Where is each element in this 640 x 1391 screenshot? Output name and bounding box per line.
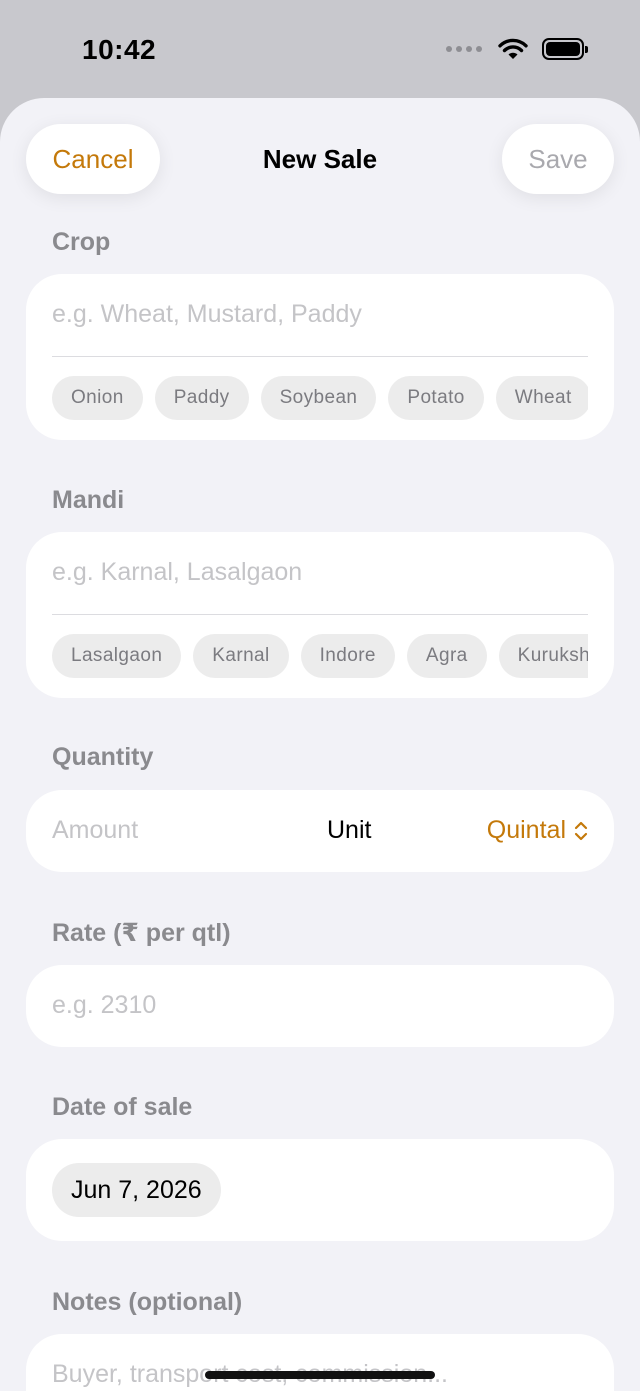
crop-suggestions: Onion Paddy Soybean Potato Wheat xyxy=(52,376,588,420)
mandi-chip-karnal[interactable]: Karnal xyxy=(193,634,289,678)
crop-input[interactable]: e.g. Wheat, Mustard, Paddy xyxy=(52,300,362,329)
mandi-chip-indore[interactable]: Indore xyxy=(300,634,395,678)
home-indicator xyxy=(205,1371,435,1379)
mandi-chip-kurukshetra[interactable]: Kurukshetra xyxy=(498,634,588,678)
mandi-chip-agra[interactable]: Agra xyxy=(406,634,487,678)
mandi-chip-lasalgaon[interactable]: Lasalgaon xyxy=(52,634,182,678)
crop-divider xyxy=(52,356,588,357)
mandi-input[interactable]: e.g. Karnal, Lasalgaon xyxy=(52,558,302,587)
amount-input[interactable]: Amount xyxy=(52,816,138,845)
rate-input[interactable]: e.g. 2310 xyxy=(52,991,156,1020)
unit-picker-value: Quintal xyxy=(486,816,566,844)
new-sale-sheet: Cancel New Sale Save Crop e.g. Wheat, Mu… xyxy=(0,98,640,1391)
mandi-label: Mandi xyxy=(52,486,125,514)
rate-label: Rate (₹ per qtl) xyxy=(52,919,231,947)
date-label: Date of sale xyxy=(52,1093,193,1121)
cellular-icon xyxy=(446,46,482,52)
notes-label: Notes (optional) xyxy=(52,1288,243,1316)
battery-icon xyxy=(542,38,588,60)
notes-card: Buyer, transport cost, commission... xyxy=(26,1334,614,1391)
status-time: 10:42 xyxy=(82,34,157,65)
quantity-card: Amount Unit Quintal xyxy=(26,790,614,872)
date-card: Jun 7, 2026 xyxy=(26,1139,614,1241)
mandi-divider xyxy=(52,614,588,615)
crop-chip-onion[interactable]: Onion xyxy=(52,376,143,420)
save-button[interactable]: Save xyxy=(502,124,614,194)
rate-card: e.g. 2310 xyxy=(26,965,614,1047)
status-icons xyxy=(446,38,588,60)
quantity-label: Quantity xyxy=(52,743,154,771)
crop-chip-wheat[interactable]: Wheat xyxy=(495,376,588,420)
date-picker[interactable]: Jun 7, 2026 xyxy=(52,1163,221,1217)
mandi-card: e.g. Karnal, Lasalgaon Lasalgaon Karnal … xyxy=(26,532,614,698)
crop-chip-paddy[interactable]: Paddy xyxy=(154,376,249,420)
unit-picker[interactable]: Quintal xyxy=(487,816,588,845)
mandi-suggestions: Lasalgaon Karnal Indore Agra Kurukshetra xyxy=(52,634,588,678)
unit-label: Unit xyxy=(327,816,372,844)
crop-card: e.g. Wheat, Mustard, Paddy Onion Paddy S… xyxy=(26,274,614,440)
crop-chip-potato[interactable]: Potato xyxy=(388,376,484,420)
crop-chip-soybean[interactable]: Soybean xyxy=(260,376,377,420)
chevron-up-down-icon xyxy=(574,821,588,840)
crop-label: Crop xyxy=(52,228,111,256)
status-bar: 10:42 xyxy=(0,0,640,100)
wifi-icon xyxy=(498,38,528,60)
